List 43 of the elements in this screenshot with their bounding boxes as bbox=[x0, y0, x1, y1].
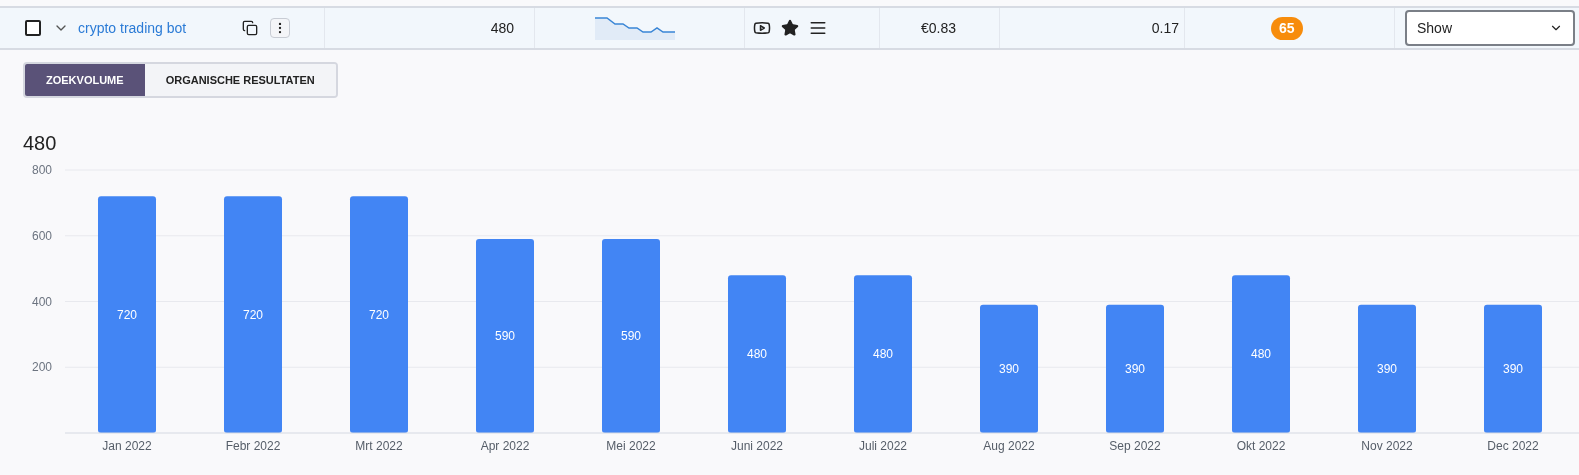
bar-value: 480 bbox=[747, 347, 767, 362]
bar-value: 480 bbox=[1251, 347, 1271, 362]
axis-label: Jan 2022 bbox=[102, 439, 152, 453]
axis-label: 800 bbox=[31, 163, 52, 177]
bar-value: 390 bbox=[1377, 361, 1397, 376]
bar-value: 480 bbox=[873, 347, 893, 362]
bar-value: 720 bbox=[243, 307, 263, 322]
bar-value: 390 bbox=[1125, 361, 1145, 376]
axis-label: 200 bbox=[31, 360, 52, 375]
cpc-value: €0.83 bbox=[920, 18, 956, 38]
volume-value: 480 bbox=[490, 18, 514, 38]
checkbox[interactable] bbox=[25, 20, 41, 36]
bar-value: 390 bbox=[1503, 361, 1523, 376]
axis-label: Febr 2022 bbox=[225, 439, 281, 453]
competition-value: 0.17 bbox=[1151, 18, 1179, 38]
axis-label: 400 bbox=[31, 294, 52, 309]
copy-icon[interactable] bbox=[242, 20, 259, 36]
bar-value: 390 bbox=[999, 361, 1019, 376]
score-badge: 65 bbox=[1271, 16, 1303, 40]
bar-value: 720 bbox=[369, 307, 389, 322]
bar-value: 590 bbox=[621, 329, 641, 343]
axis-label: Aug 2022 bbox=[983, 439, 1035, 453]
axis-label: Mrt 2022 bbox=[355, 439, 403, 453]
axis-label: Mei 2022 bbox=[606, 439, 656, 453]
axis-label: Juli 2022 bbox=[859, 439, 907, 453]
video-icon[interactable] bbox=[753, 19, 771, 37]
star-icon[interactable] bbox=[781, 19, 799, 37]
tab[interactable]: ZOEKVOLUME bbox=[25, 64, 145, 96]
axis-label: Apr 2022 bbox=[480, 439, 530, 453]
axis-label: Nov 2022 bbox=[1361, 439, 1413, 453]
axis-label: Okt 2022 bbox=[1236, 439, 1286, 453]
axis-label: Sep 2022 bbox=[1109, 439, 1161, 453]
show-select[interactable]: Show bbox=[1405, 10, 1575, 46]
tab[interactable]: ORGANISCHE RESULTATEN bbox=[144, 64, 336, 96]
list-icon[interactable] bbox=[809, 19, 827, 37]
axis-label: Dec 2022 bbox=[1487, 439, 1539, 453]
more-button[interactable] bbox=[270, 18, 291, 38]
total-volume: 480 bbox=[23, 131, 58, 156]
bar-value: 720 bbox=[117, 307, 137, 322]
keyword-link[interactable]: crypto trading bot bbox=[78, 17, 187, 39]
bar-value: 590 bbox=[495, 329, 515, 343]
axis-label: Juni 2022 bbox=[731, 439, 783, 453]
axis-label: 600 bbox=[31, 228, 52, 243]
